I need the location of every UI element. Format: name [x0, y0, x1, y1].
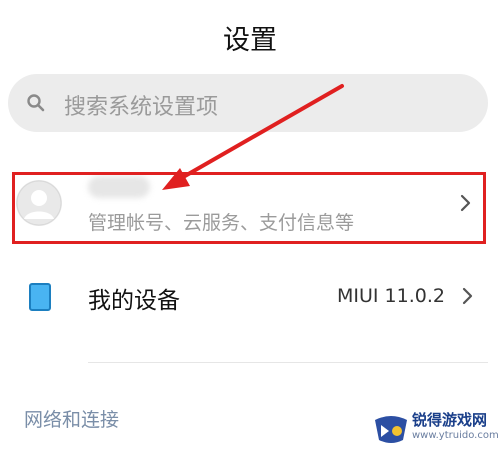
- avatar-icon[interactable]: [16, 180, 62, 226]
- phone-icon: [29, 283, 51, 311]
- device-label[interactable]: 我的设备: [88, 281, 180, 315]
- divider: [88, 362, 488, 363]
- account-subtitle: 管理帐号、云服务、支付信息等: [88, 212, 355, 234]
- watermark-url: www.ytruido.com: [412, 430, 499, 441]
- section-header-network: 网络和连接: [24, 409, 120, 431]
- account-name-blurred: [88, 176, 150, 198]
- page-title: 设置: [223, 25, 277, 56]
- chevron-right-icon: [460, 194, 471, 212]
- search-bar[interactable]: 搜索系统设置项: [8, 74, 488, 132]
- chevron-right-icon[interactable]: [462, 287, 474, 305]
- search-icon: [27, 94, 45, 112]
- watermark-text: 锐得游戏网: [412, 411, 488, 429]
- watermark-logo: [375, 416, 407, 443]
- watermark: 锐得游戏网 www.ytruido.com: [372, 408, 500, 450]
- device-version: MIUI 11.0.2: [337, 285, 445, 307]
- search-placeholder: 搜索系统设置项: [64, 95, 219, 120]
